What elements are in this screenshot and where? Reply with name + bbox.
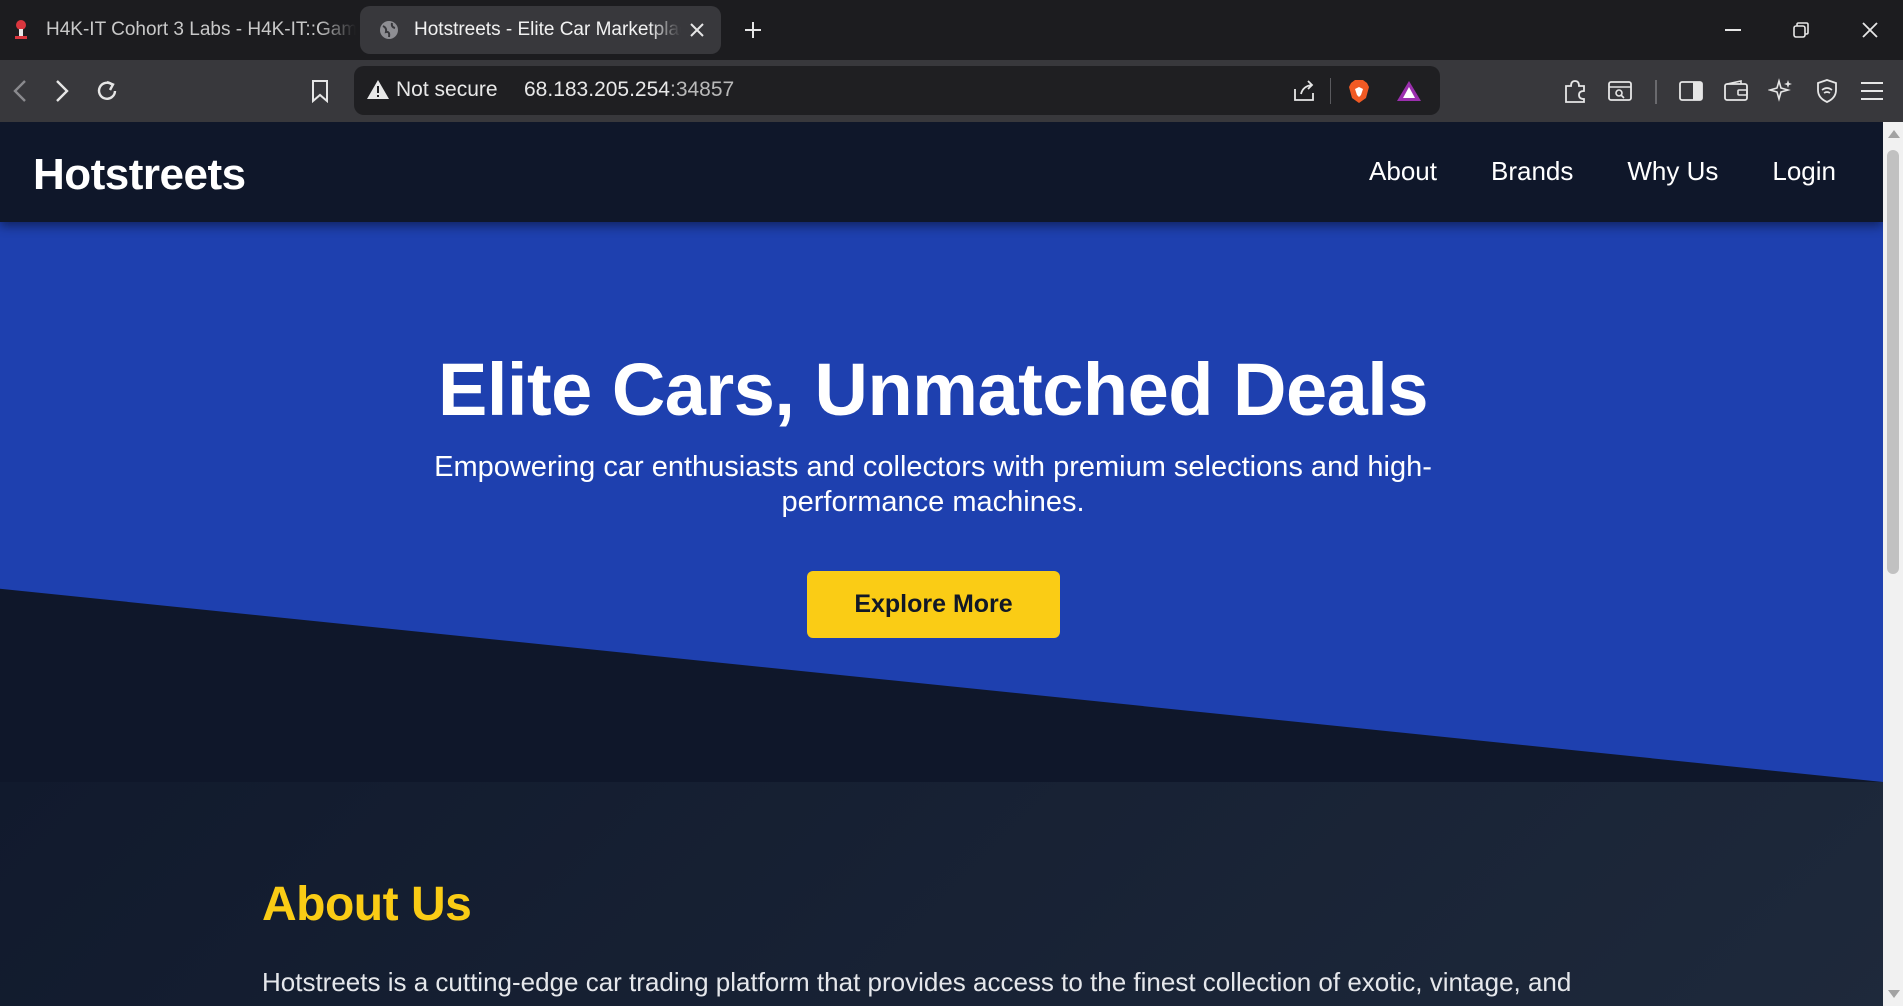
reload-icon[interactable] [89,73,125,109]
hero-title: Elite Cars, Unmatched Deals [438,348,1428,431]
back-icon[interactable] [2,73,38,109]
share-icon[interactable] [1289,76,1319,106]
toolbar-divider [1655,80,1657,104]
about-text: Hotstreets is a cutting-edge car trading… [262,967,1572,997]
minimize-window-icon[interactable] [1711,8,1755,52]
close-tab-icon[interactable] [681,14,713,46]
address-bar-divider [1330,78,1331,104]
leo-ai-icon[interactable] [1764,74,1798,108]
browser-tab-h4k-labs[interactable]: H4K-IT Cohort 3 Labs - H4K-IT::Game [0,6,356,54]
page-viewport: Hotstreets About Brands Why Us Login Eli… [0,122,1883,1006]
address-bar[interactable]: Not secure 68.183.205.254:34857 [354,66,1440,115]
scrollbar-thumb[interactable] [1887,150,1899,574]
globe-icon [378,19,400,41]
nav-link-why-us[interactable]: Why Us [1627,156,1718,187]
bookmark-icon[interactable] [302,73,338,109]
nav-link-login[interactable]: Login [1772,156,1836,187]
site-logo[interactable]: Hotstreets [33,150,246,200]
wallet-icon[interactable] [1719,74,1753,108]
reader-search-icon[interactable] [1603,74,1637,108]
close-window-icon[interactable] [1848,8,1892,52]
tab-title: H4K-IT Cohort 3 Labs - H4K-IT::Game [46,19,356,40]
restore-window-icon[interactable] [1779,8,1823,52]
scroll-down-arrow-icon[interactable] [1888,990,1900,998]
warning-icon [367,80,389,99]
browser-tab-strip: H4K-IT Cohort 3 Labs - H4K-IT::Game Hots… [0,0,1903,60]
explore-more-button[interactable]: Explore More [807,571,1060,638]
browser-toolbar: Not secure 68.183.205.254:34857 [0,60,1903,122]
h4k-favicon-icon [10,19,32,41]
page-scrollbar[interactable] [1883,122,1903,1006]
menu-icon[interactable] [1855,74,1889,108]
hero-subtitle: Empowering car enthusiasts and collector… [434,451,1432,518]
about-title: About Us [262,878,472,931]
vpn-shield-icon[interactable] [1810,74,1844,108]
brave-rewards-icon[interactable] [1394,76,1424,106]
nav-link-brands[interactable]: Brands [1491,156,1573,187]
brave-shields-icon[interactable] [1344,76,1374,106]
hero-section: Elite Cars, Unmatched Deals Empowering c… [0,222,1883,782]
extensions-icon[interactable] [1558,74,1592,108]
nav-link-about[interactable]: About [1369,156,1437,187]
url-host: 68.183.205.254 [524,78,670,101]
sidebar-icon[interactable] [1674,74,1708,108]
tab-title: Hotstreets - Elite Car Marketplace [414,19,681,40]
url-text[interactable]: 68.183.205.254:34857 [524,78,734,102]
browser-tab-hotstreets[interactable]: Hotstreets - Elite Car Marketplace [360,6,721,54]
new-tab-icon[interactable] [737,14,769,46]
scroll-up-arrow-icon[interactable] [1888,130,1900,138]
url-port: :34857 [669,78,735,101]
security-status-label[interactable]: Not secure [396,78,498,102]
site-nav: About Brands Why Us Login [1369,156,1836,187]
forward-icon[interactable] [44,73,80,109]
site-header: Hotstreets About Brands Why Us Login [0,122,1883,222]
about-section: About Us Hotstreets is a cutting-edge ca… [0,782,1883,1006]
